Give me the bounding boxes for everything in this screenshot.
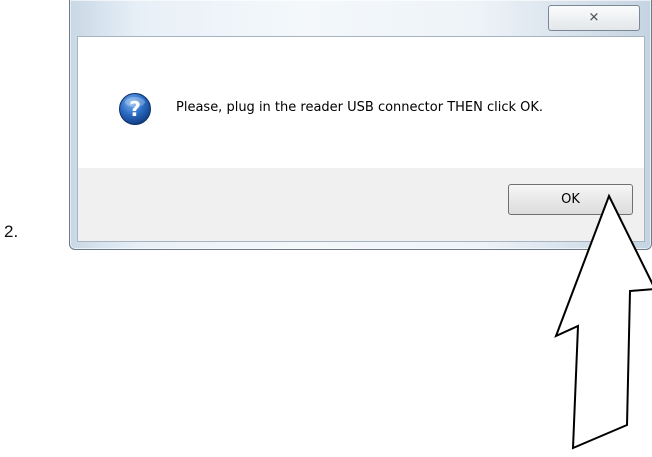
dialog-body: ? Please, plug in the reader USB connect…: [77, 36, 645, 242]
svg-text:?: ?: [129, 97, 141, 121]
message-text: Please, plug in the reader USB connector…: [176, 100, 544, 115]
step-number: 2.: [4, 222, 19, 241]
question-icon: ?: [119, 93, 151, 125]
message-area: ? Please, plug in the reader USB connect…: [78, 37, 644, 168]
close-icon: ✕: [588, 10, 600, 26]
close-button[interactable]: ✕: [548, 5, 640, 31]
ok-button[interactable]: OK: [508, 184, 633, 215]
